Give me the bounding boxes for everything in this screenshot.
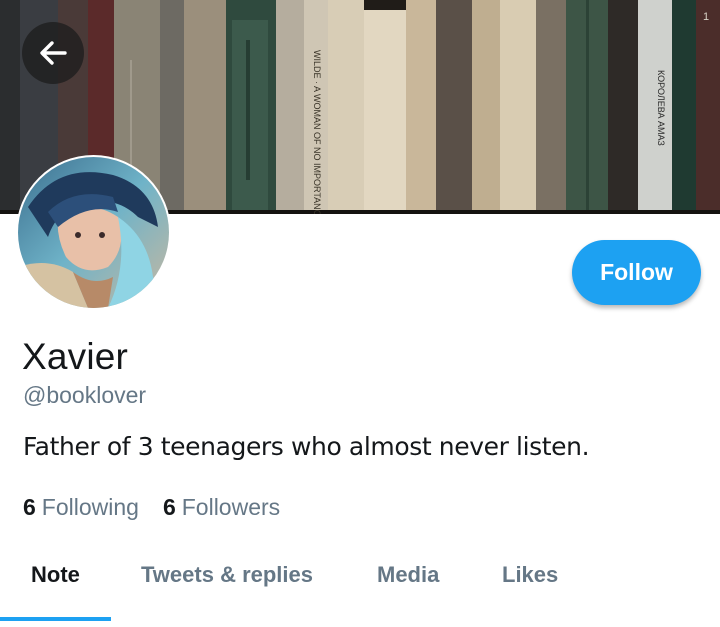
tab-likes[interactable]: Likes: [502, 562, 558, 588]
avatar-image: [18, 157, 169, 308]
followers-label: Followers: [181, 494, 281, 520]
following-label: Following: [41, 494, 139, 520]
back-button[interactable]: [22, 22, 84, 84]
spine-text-number: 1: [703, 11, 709, 23]
followers-count: 6: [162, 494, 176, 520]
followers-link[interactable]: 6 Followers: [163, 494, 280, 521]
profile-handle: @booklover: [23, 382, 147, 408]
spine-text-wilde: WILDE · A WOMAN OF NO IMPORTANCE: [312, 50, 322, 214]
active-tab-indicator: [0, 617, 111, 621]
profile-name: Xavier: [22, 336, 129, 377]
tab-tweets-replies[interactable]: Tweets & replies: [141, 562, 313, 588]
profile-stats: 6 Following 6 Followers: [23, 494, 280, 521]
following-link[interactable]: 6 Following: [23, 494, 139, 521]
tab-media[interactable]: Media: [377, 562, 439, 588]
following-count: 6: [23, 494, 36, 520]
profile-bio: Father of 3 teenagers who almost never l…: [23, 432, 590, 461]
profile-tabs: Note Tweets & replies Media Likes: [0, 552, 720, 627]
tab-note[interactable]: Note: [31, 562, 80, 588]
follow-button[interactable]: Follow: [572, 240, 701, 305]
spine-text-russian: КОРОЛЕВА АМАЗ: [656, 70, 666, 146]
arrow-left-icon: [40, 41, 67, 65]
avatar[interactable]: [18, 157, 169, 308]
